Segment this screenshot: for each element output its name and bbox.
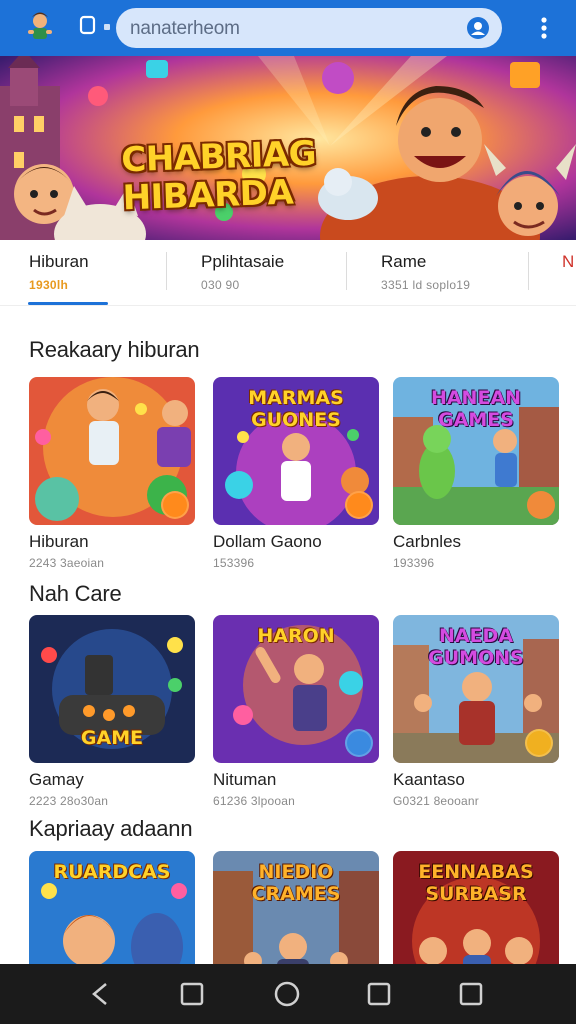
url-bar[interactable]: nanaterheom <box>116 8 502 48</box>
game-thumbnail[interactable]: HANEAN GAMES <box>393 377 559 525</box>
card-title: Gamay <box>29 770 84 789</box>
game-thumbnail[interactable]: MARMAS GUONES <box>213 377 379 525</box>
thumbnail-title: RUARDCAS <box>53 861 171 883</box>
card-title: Kaantaso <box>393 770 465 789</box>
thumbnail-title: GAME <box>80 727 144 749</box>
tab-next[interactable]: N <box>562 252 574 272</box>
game-card[interactable]: MARMAS GUONES Dollam Gaono 153396 <box>213 377 379 570</box>
badge-icon <box>345 729 373 757</box>
thumbnail-title: NAEDA GUMONS <box>428 625 524 669</box>
hero-title-line2: HIBARDA <box>122 172 294 219</box>
thumbnail-title: HARON <box>257 625 335 647</box>
game-card[interactable]: HARON Nituman 61236 3lpooan <box>213 615 379 808</box>
card-meta: 153396 <box>213 556 255 570</box>
tab-label: N <box>562 252 575 271</box>
card-title: Hiburan <box>29 532 89 551</box>
thumbnail-title: NIEDIO CRAMES <box>251 861 341 905</box>
tabs-divider <box>0 305 576 306</box>
card-meta: 2243 3aeoian <box>29 556 105 570</box>
game-thumbnail[interactable] <box>29 377 195 525</box>
tab-sub: 3351 ld soplo19 <box>381 278 471 292</box>
system-nav-bar <box>0 964 576 1024</box>
section-title: Reakaary hiburan <box>29 337 200 362</box>
tab-sub: 030 90 <box>201 278 240 292</box>
tab-divider <box>346 252 347 290</box>
category-tabs: Hiburan 1930lh Pplihtasaie 030 90 Rame 3… <box>0 240 576 306</box>
url-text[interactable]: nanaterheom <box>130 18 240 40</box>
home-circle-icon[interactable] <box>271 978 303 1010</box>
thumbnail-title: MARMAS GUONES <box>248 387 344 431</box>
thumbnail-title: HANEAN GAMES <box>430 387 522 431</box>
back-icon[interactable] <box>84 978 116 1010</box>
tab-label: Hiburan <box>29 252 89 271</box>
hero-title: CHABRIAG HIBARDA <box>121 134 318 219</box>
hero-banner[interactable]: CHABRIAG HIBARDA <box>0 56 576 240</box>
tab-indicator-dot <box>104 24 110 30</box>
game-thumbnail[interactable]: GAME <box>29 615 195 763</box>
card-meta: 193396 <box>393 556 435 570</box>
badge-icon <box>345 491 373 519</box>
overflow-menu-icon[interactable] <box>534 14 554 42</box>
card-title: Carbnles <box>393 532 462 551</box>
profile-icon[interactable] <box>466 16 490 40</box>
card-meta: 61236 3lpooan <box>213 794 296 808</box>
recents-square-icon[interactable] <box>363 978 395 1010</box>
card-meta: 2223 28o30an <box>29 794 109 808</box>
tab-rame[interactable]: Rame 3351 ld soplo19 <box>381 252 470 292</box>
tab-hiburan[interactable]: Hiburan 1930lh <box>29 252 89 292</box>
game-thumbnail[interactable]: NAEDA GUMONS <box>393 615 559 763</box>
tab-label: Rame <box>381 252 427 271</box>
browser-toolbar: nanaterheom <box>0 0 576 56</box>
tabs-icon[interactable] <box>79 15 97 35</box>
tab-label: Pplihtasaie <box>201 252 285 271</box>
section-title: Kapriaay adaann <box>29 816 193 841</box>
thumbnail-title: EENNABAS SURBASR <box>418 861 534 905</box>
game-card[interactable]: GAME Gamay 2223 28o30an <box>29 615 195 808</box>
badge-icon <box>161 491 189 519</box>
square-icon[interactable] <box>176 978 208 1010</box>
game-card[interactable]: NAEDA GUMONS Kaantaso G0321 8eooanr <box>393 615 559 808</box>
tab-divider <box>528 252 529 290</box>
tab-sub: 1930lh <box>29 278 69 292</box>
game-card[interactable]: Hiburan 2243 3aeoian <box>29 377 195 570</box>
card-title: Nituman <box>213 770 277 789</box>
card-meta: G0321 8eooanr <box>393 794 480 808</box>
square-icon[interactable] <box>455 978 487 1010</box>
game-app-icon[interactable] <box>22 8 58 44</box>
tab-divider <box>166 252 167 290</box>
game-card[interactable]: HANEAN GAMES Carbnles 193396 <box>393 377 559 570</box>
tab-second[interactable]: Pplihtasaie 030 90 <box>201 252 284 292</box>
game-thumbnail[interactable]: HARON <box>213 615 379 763</box>
section-title: Nah Care <box>29 581 122 606</box>
card-title: Dollam Gaono <box>213 532 322 551</box>
badge-icon <box>525 729 553 757</box>
